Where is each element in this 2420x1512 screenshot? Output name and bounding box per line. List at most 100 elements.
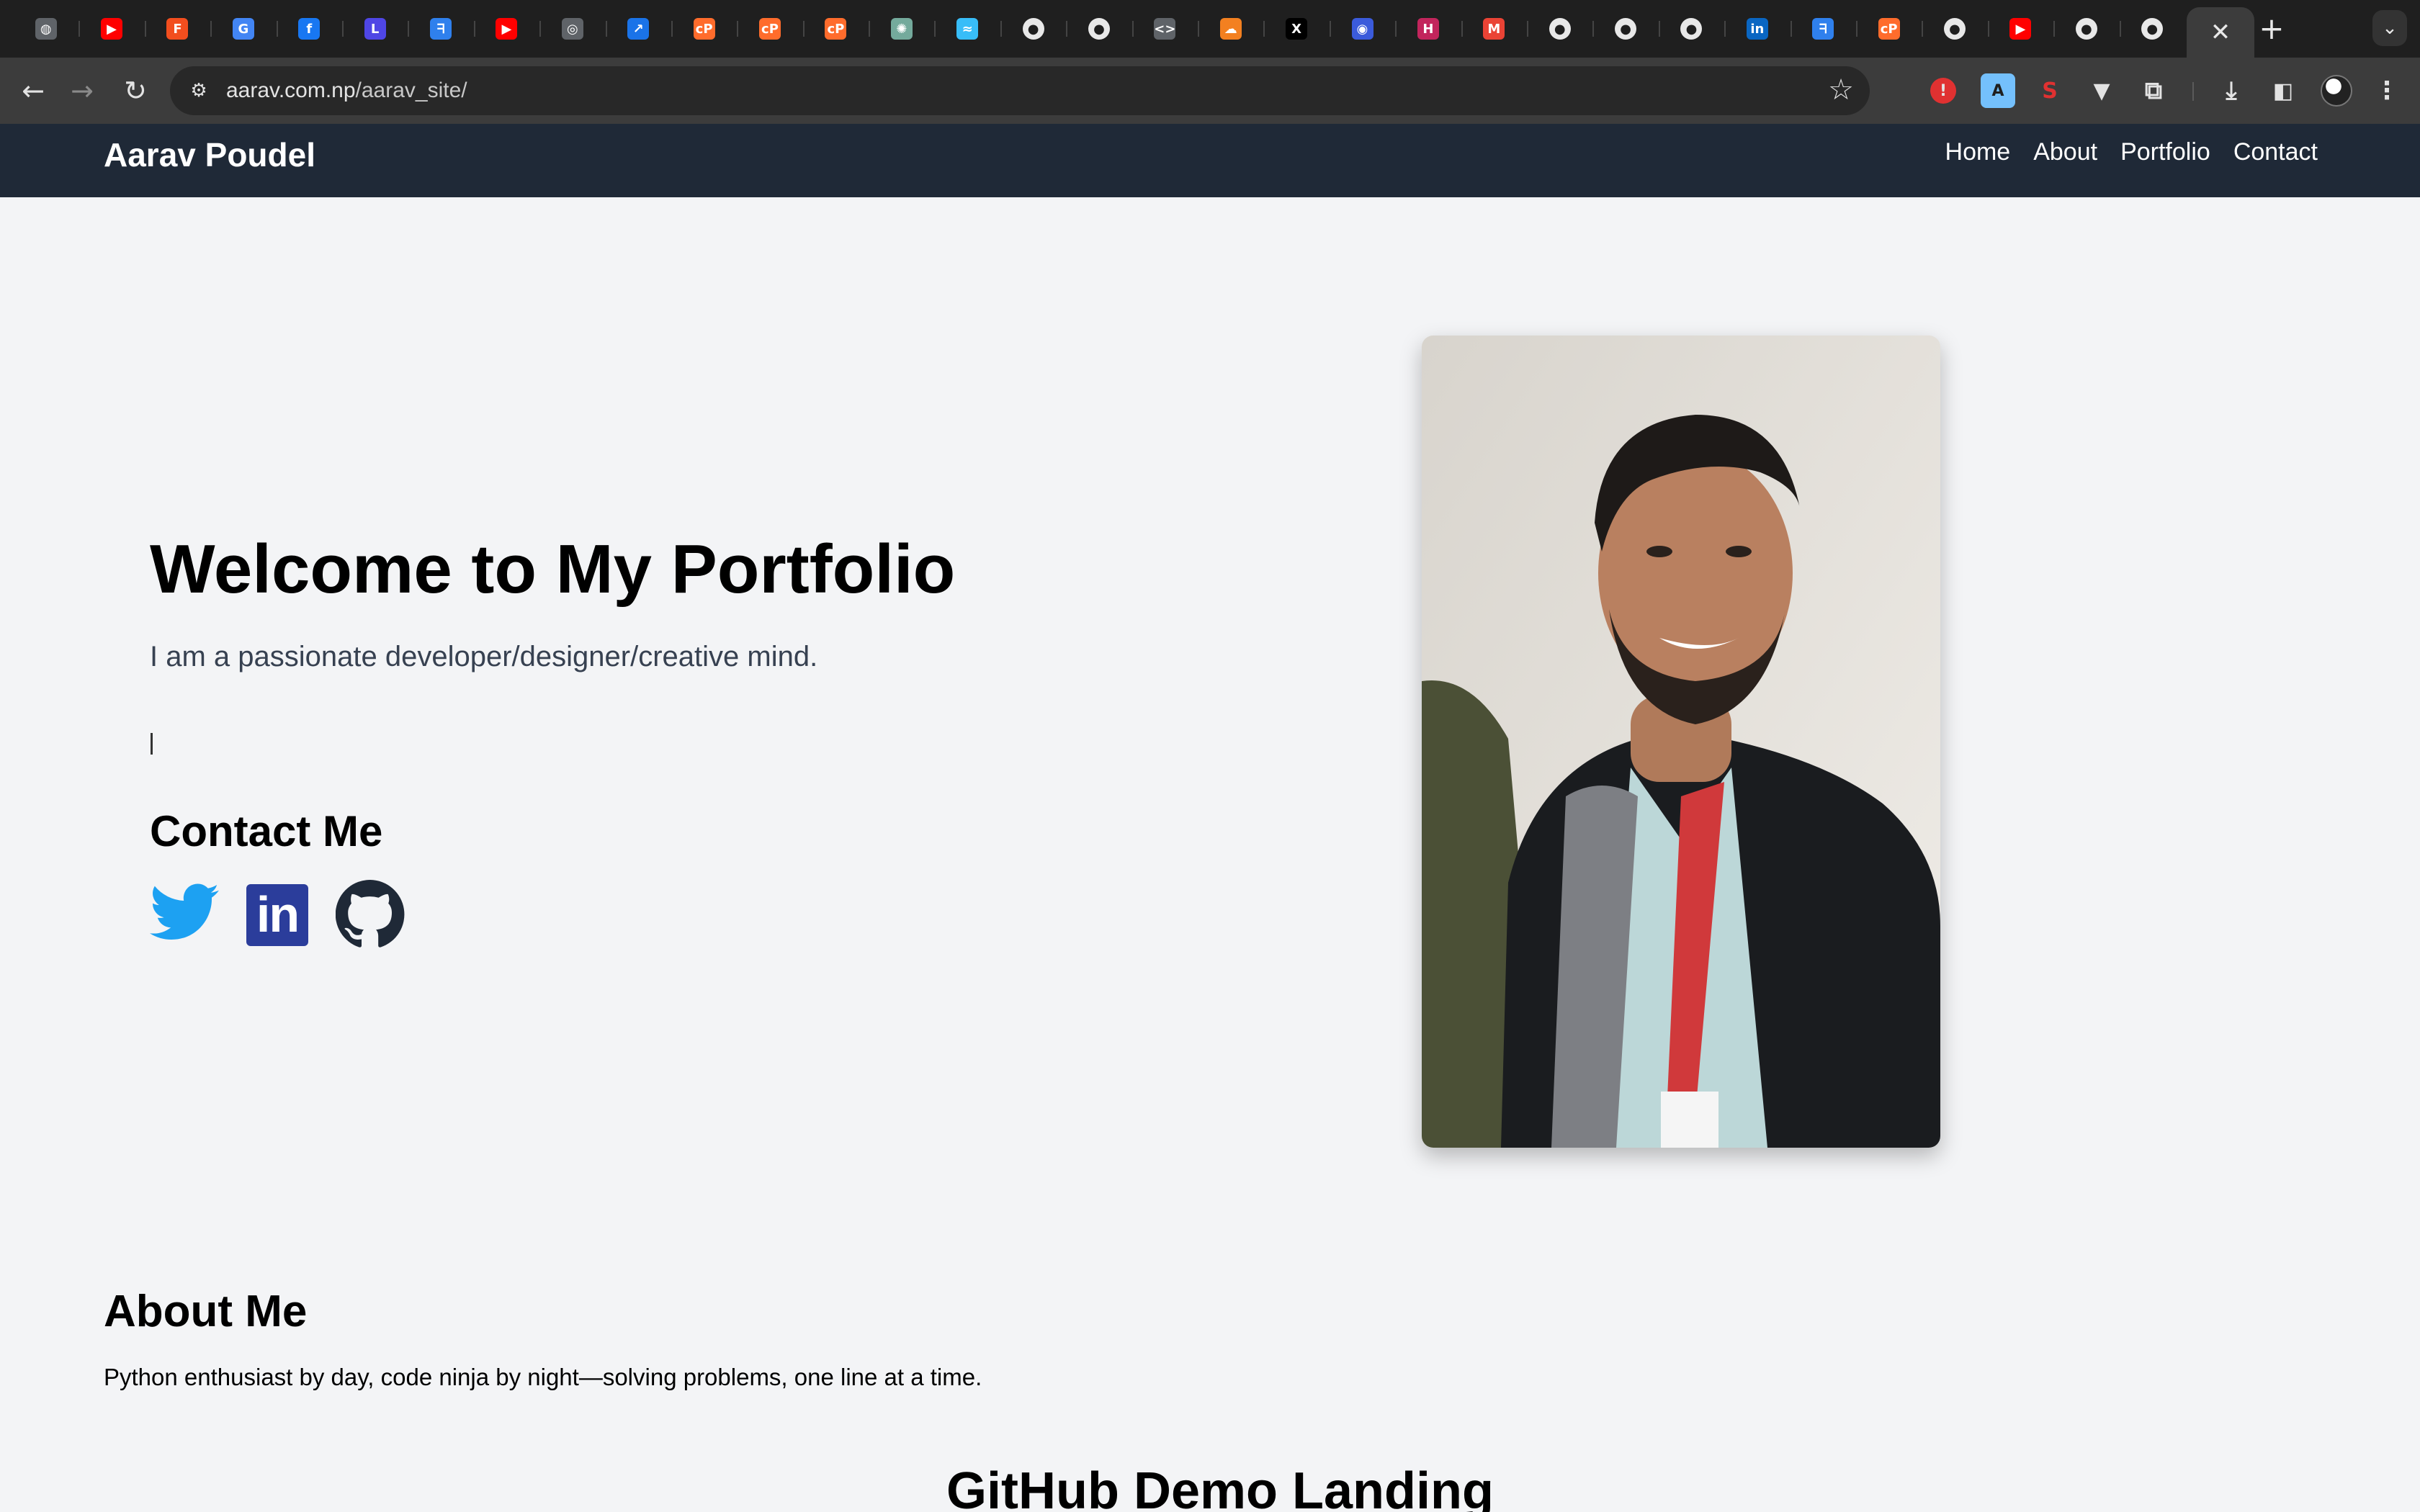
reload-button[interactable]: ↻ <box>118 73 153 108</box>
tab-search-button[interactable]: ⌄ <box>2372 10 2407 46</box>
github-icon: ● <box>2141 18 2164 40</box>
about-text: Python enthusiast by day, code ninja by … <box>104 1364 982 1390</box>
hero-title: Welcome to My Portfolio <box>150 531 956 608</box>
figma-icon: F <box>166 18 189 40</box>
browser-tab[interactable]: ◍ <box>13 12 79 46</box>
github-icon[interactable] <box>335 878 405 948</box>
github-icon: ● <box>1615 18 1637 40</box>
browser-tab[interactable]: cP <box>671 12 737 46</box>
url-text[interactable]: aarav.com.np/aarav_site/ <box>226 78 467 103</box>
browser-tab[interactable]: G <box>210 12 276 46</box>
browser-tab[interactable]: ◉ <box>1329 12 1395 46</box>
nav-link-about[interactable]: About <box>2033 138 2097 166</box>
nav-link-contact[interactable]: Contact <box>2233 138 2318 166</box>
site-navbar: Aarav Poudel Home About Portfolio Contac… <box>0 124 2420 197</box>
browser-tab[interactable]: M <box>1461 12 1527 46</box>
youtube-icon: ▶ <box>101 18 123 40</box>
browser-tab[interactable]: ● <box>1066 12 1131 46</box>
code-icon: <> <box>1154 18 1175 40</box>
nav-link-home[interactable]: Home <box>1945 138 2011 166</box>
address-bar[interactable]: ⚙ aarav.com.np/aarav_site/ ☆ <box>170 66 1870 115</box>
active-tab[interactable]: ✕ <box>2187 7 2254 58</box>
browser-tab[interactable]: ≈ <box>934 12 1000 46</box>
github-icon: ● <box>1680 18 1703 40</box>
side-panel-icon[interactable]: ◧ <box>2266 73 2300 108</box>
github-icon: ● <box>1944 18 1966 40</box>
browser-tab[interactable]: ▶ <box>473 12 539 46</box>
contact-title: Contact Me <box>150 807 383 855</box>
bookmark-star-icon[interactable]: ☆ <box>1828 73 1854 107</box>
tailwind-icon: ≈ <box>956 18 979 40</box>
extension-v-icon[interactable]: ▼ <box>2084 73 2119 108</box>
browser-tab-strip: ◍ ▶ F Gf L ᖷ ▶ ◎ ↗ cP cP cP ✺ ≈ ● ● <> ☁ X ◉ H M ● ● ● in ᖷ cP ● ▶ ● ● … <box>0 0 2420 58</box>
browser-tab[interactable]: ● <box>1592 12 1658 46</box>
nav-links: Home About Portfolio Contact <box>1945 138 2318 166</box>
twitter-icon[interactable] <box>150 880 219 945</box>
forward-button[interactable]: → <box>65 73 99 108</box>
browser-tab[interactable]: ● <box>1922 12 1987 46</box>
extension-shield-icon[interactable]: ! <box>1930 78 1956 104</box>
nav-link-portfolio[interactable]: Portfolio <box>2120 138 2210 166</box>
github-icon: ● <box>1549 18 1571 40</box>
browser-tab[interactable]: ▶ <box>1987 12 2053 46</box>
profile-avatar[interactable] <box>2321 75 2352 107</box>
close-tab-icon[interactable]: ✕ <box>2210 18 2231 47</box>
browser-toolbar: ← → ↻ ⚙ aarav.com.np/aarav_site/ ☆ ! A S… <box>0 58 2420 124</box>
browser-tab[interactable]: f <box>276 12 342 46</box>
browser-tab[interactable]: ▶ <box>79 12 144 46</box>
browser-tab[interactable]: cP <box>1855 12 1922 46</box>
github-demo-title: GitHub Demo Landing <box>946 1462 1494 1512</box>
extension-s-icon[interactable]: S <box>2033 73 2067 108</box>
browser-tab[interactable]: <> <box>1131 12 1198 46</box>
chatgpt-icon: ✺ <box>890 18 913 40</box>
browser-tab[interactable]: cP <box>802 12 869 46</box>
site-info-icon[interactable]: ⚙ <box>184 76 213 105</box>
browser-tab[interactable]: ● <box>1658 12 1724 46</box>
typing-cursor <box>151 733 153 755</box>
hero-subtitle: I am a passionate developer/designer/cre… <box>150 641 818 672</box>
search-app-icon: ◉ <box>1351 18 1373 40</box>
youtube-icon: ▶ <box>496 18 518 40</box>
new-tab-button[interactable]: + <box>2257 10 2286 46</box>
about-title: About Me <box>104 1287 308 1336</box>
tab-list: ◍ ▶ F Gf L ᖷ ▶ ◎ ↗ cP cP cP ✺ ≈ ● ● <> ☁ X ◉ H M ● ● ● in ᖷ cP ● ▶ ● ● <box>13 12 2185 46</box>
browser-tab[interactable]: in <box>1724 12 1790 46</box>
browser-tab[interactable]: ● <box>1000 12 1066 46</box>
extensions-puzzle-icon[interactable]: ⧉ <box>2136 73 2171 108</box>
globe-icon: ◍ <box>35 18 57 40</box>
browser-tab[interactable]: X <box>1263 12 1329 46</box>
browser-tab[interactable]: L <box>341 12 408 46</box>
chart-app-icon: ↗ <box>627 18 650 40</box>
github-icon: ● <box>2075 18 2097 40</box>
linkedin-icon[interactable]: in <box>246 884 308 946</box>
browser-tab[interactable]: ● <box>2119 12 2185 46</box>
browser-tab[interactable]: F <box>144 12 210 46</box>
cpanel-icon: cP <box>825 18 847 40</box>
app-icon: H <box>1417 18 1439 40</box>
browser-tab[interactable]: ☁ <box>1198 12 1263 46</box>
downloads-icon[interactable]: ⤓ <box>2214 73 2249 108</box>
linkedin-icon: in <box>1746 18 1768 40</box>
toolbar-separator <box>2192 82 2194 101</box>
cpanel-icon: cP <box>693 18 715 40</box>
cloudflare-icon: ☁ <box>1219 18 1242 40</box>
browser-tab[interactable]: ᖷ <box>1790 12 1856 46</box>
browser-tab[interactable]: cP <box>737 12 802 46</box>
browser-tab[interactable]: ᖷ <box>408 12 473 46</box>
browser-tab[interactable]: ● <box>2053 12 2119 46</box>
browser-menu-icon[interactable]: ⋮ <box>2370 73 2404 108</box>
browser-tab[interactable]: ↗ <box>605 12 671 46</box>
chrome-icon: ◎ <box>561 18 583 40</box>
browser-tab[interactable]: ● <box>1526 12 1592 46</box>
back-button[interactable]: ← <box>16 73 50 108</box>
extension-translate-icon[interactable]: A <box>1981 73 2015 108</box>
github-icon: ● <box>1088 18 1110 40</box>
profile-photo <box>1422 336 1940 1148</box>
facebook-icon: f <box>298 18 321 40</box>
browser-tab[interactable]: ◎ <box>539 12 605 46</box>
google-icon: G <box>232 18 254 40</box>
browser-tab[interactable]: H <box>1395 12 1461 46</box>
app-icon: ᖷ <box>1812 18 1834 40</box>
browser-tab[interactable]: ✺ <box>869 12 934 46</box>
site-brand[interactable]: Aarav Poudel <box>104 135 315 174</box>
